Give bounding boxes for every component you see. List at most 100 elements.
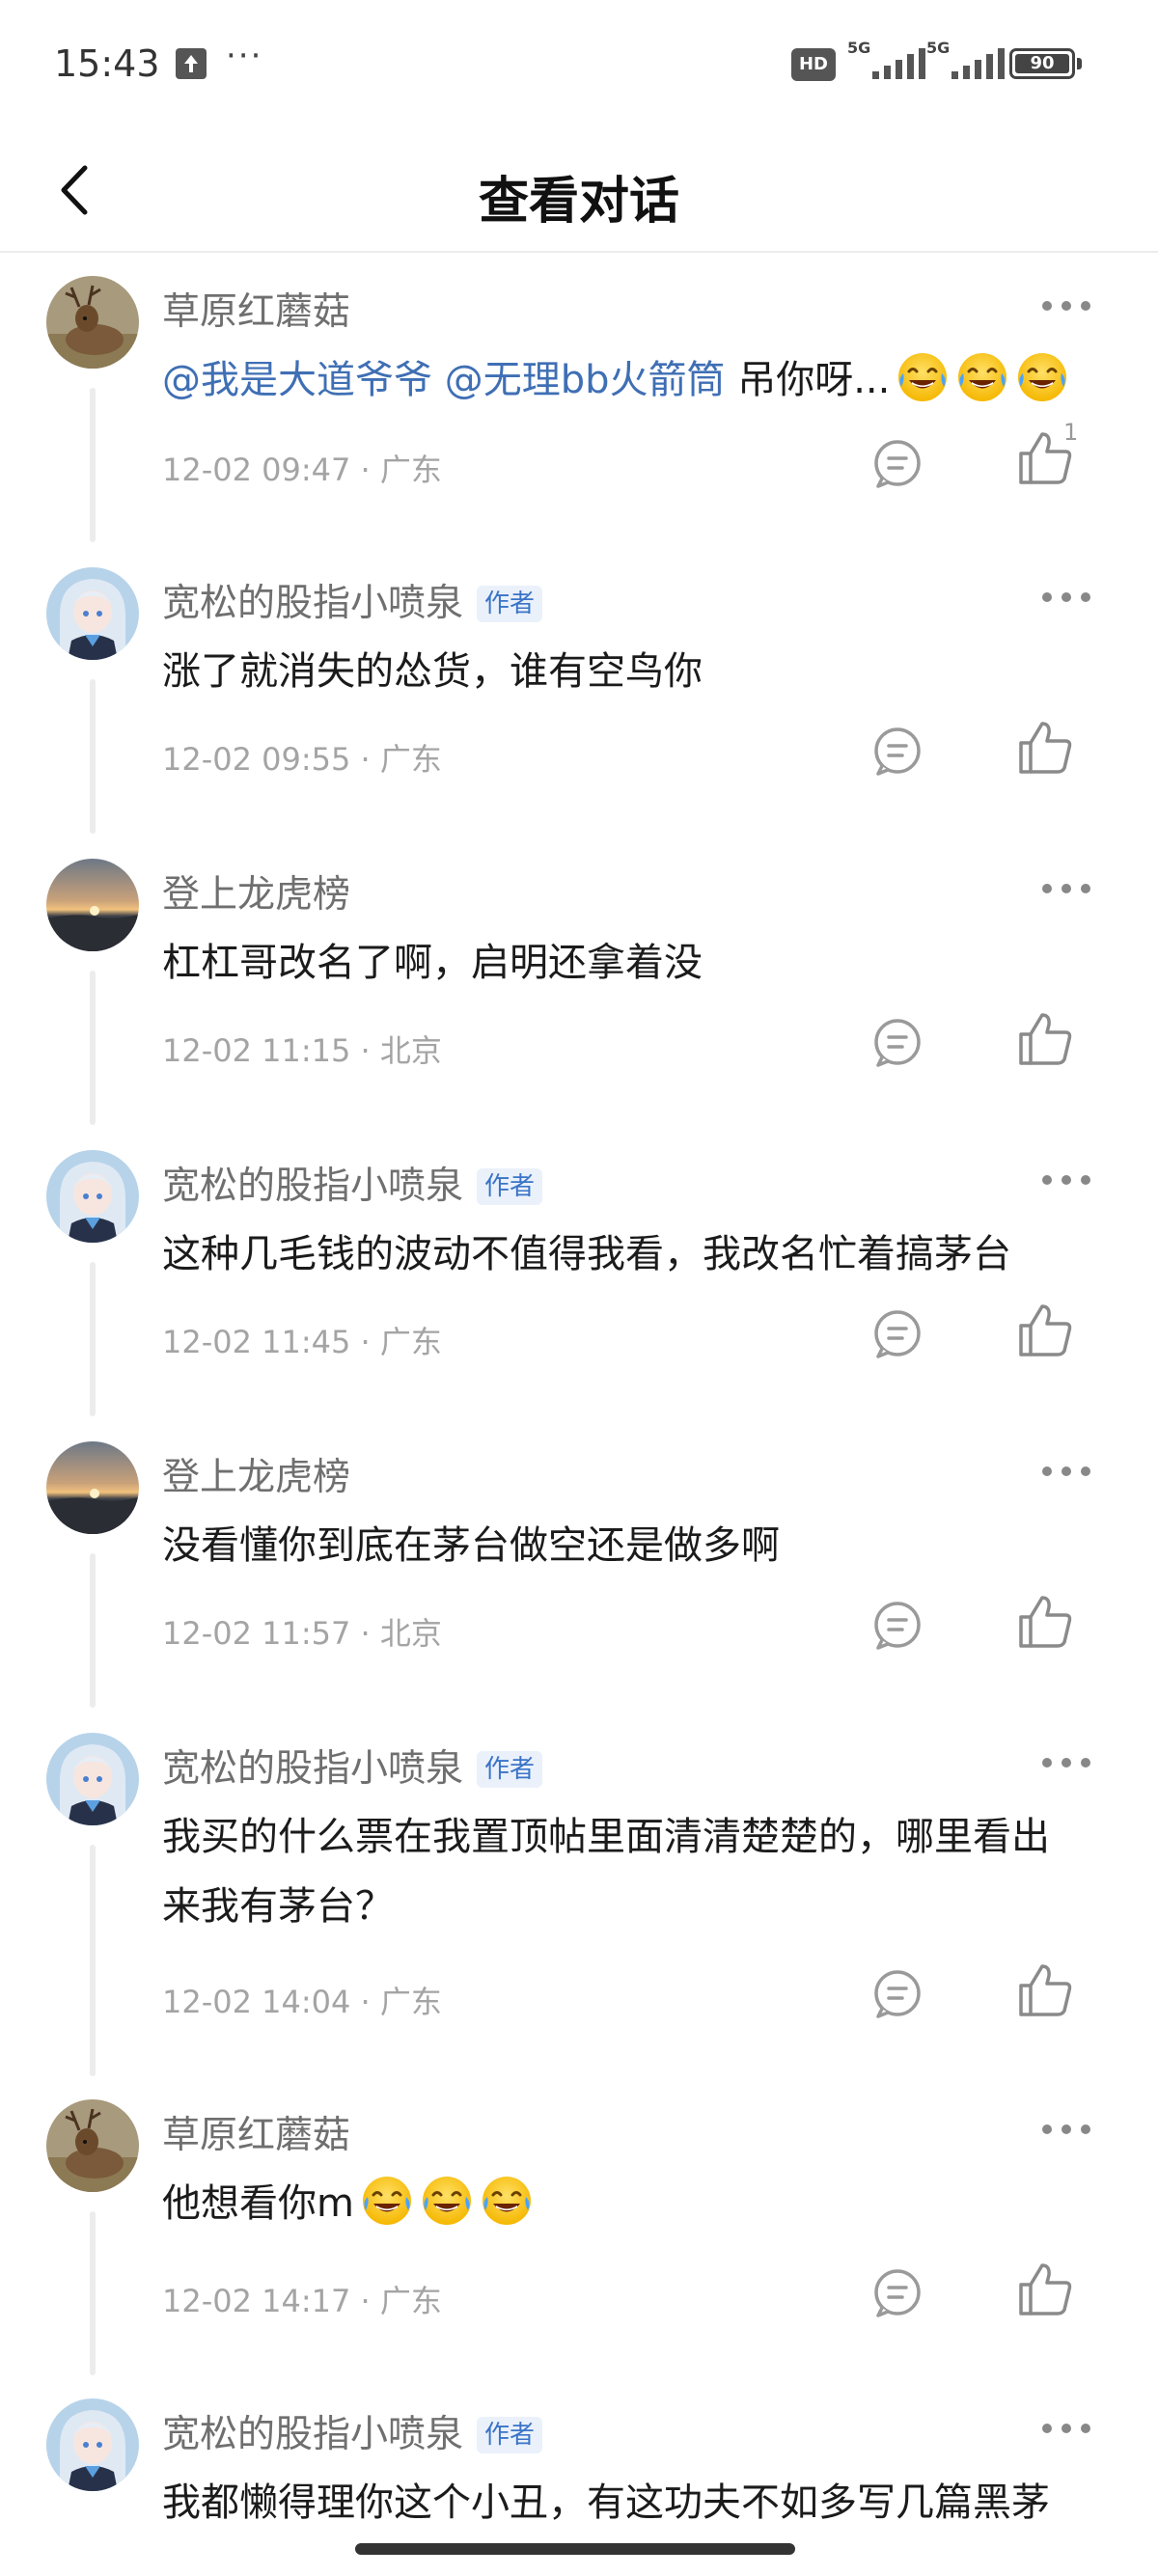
- comment-time-location: 12-02 11:15 · 北京: [162, 1032, 442, 1069]
- reply-icon[interactable]: [868, 722, 926, 780]
- more-options-button[interactable]: [1042, 1752, 1090, 1771]
- comment-text: @我是大道爷爷 @无理bb火箭筒 吊你呀...: [162, 345, 1108, 415]
- laughing-tears-emoji-icon: [1015, 350, 1069, 404]
- status-bar: 15:43 ··· HD 5G 5G 90: [0, 0, 1158, 135]
- comment-text-line: 我买的什么票在我置顶帖里面清清楚楚的，哪里看出: [162, 1815, 1050, 1859]
- laughing-tears-emoji-icon: [480, 2174, 534, 2228]
- comment-text: 他想看你m: [162, 2169, 1108, 2238]
- upload-icon: [176, 48, 207, 79]
- comment-author[interactable]: 登上龙虎榜: [162, 864, 350, 918]
- like-icon[interactable]: [1013, 1959, 1077, 2022]
- comment-item: 宽松的股指小喷泉 作者 我买的什么票在我置顶帖里面清清楚楚的，哪里看出 来我有茅台…: [0, 1710, 1158, 2076]
- reply-icon[interactable]: [868, 2263, 926, 2321]
- comment-item: 宽松的股指小喷泉 作者 我都懒得理你这个小丑，有这功夫不如多写几篇黑茅: [0, 2375, 1158, 2568]
- comment-text: 杠杠哥改名了啊，启明还拿着没: [162, 941, 703, 985]
- comment-item: 宽松的股指小喷泉 作者 涨了就消失的怂货，谁有空鸟你 12-02 09:55 · …: [0, 544, 1158, 834]
- user-avatar[interactable]: [46, 567, 139, 660]
- battery-level: 90: [1030, 53, 1055, 73]
- thread-line: [90, 1553, 96, 1708]
- like-icon[interactable]: [1013, 1299, 1077, 1362]
- comment-author[interactable]: 登上龙虎榜: [162, 1447, 350, 1501]
- author-badge: 作者: [477, 1168, 543, 1205]
- network-type-label: 5G: [847, 39, 871, 57]
- more-options-button[interactable]: [1042, 587, 1090, 606]
- comment-item: 登上龙虎榜 没看懂你到底在茅台做空还是做多啊 12-02 11:57 · 北京: [0, 1418, 1158, 1708]
- laughing-tears-emoji-icon: [420, 2174, 474, 2228]
- mention-link[interactable]: @我是大道爷爷: [162, 358, 432, 402]
- user-avatar[interactable]: [46, 859, 139, 951]
- comment-text: 我买的什么票在我置顶帖里面清清楚楚的，哪里看出 来我有茅台？: [162, 1802, 1108, 1941]
- author-name[interactable]: 宽松的股指小喷泉: [162, 2413, 463, 2456]
- comment-text: 我都懒得理你这个小丑，有这功夫不如多写几篇黑茅: [162, 2480, 1050, 2525]
- thread-line: [90, 971, 96, 1125]
- mention-link[interactable]: @无理bb火箭筒: [445, 358, 726, 402]
- author-name[interactable]: 宽松的股指小喷泉: [162, 1747, 463, 1791]
- thread-line: [90, 2211, 96, 2375]
- comment-text: 涨了就消失的怂货，谁有空鸟你: [162, 649, 703, 694]
- like-icon[interactable]: [1013, 1007, 1077, 1071]
- reply-icon[interactable]: [868, 1596, 926, 1654]
- user-avatar[interactable]: [46, 2398, 139, 2491]
- user-avatar[interactable]: [46, 1441, 139, 1534]
- thread-line: [90, 1262, 96, 1416]
- user-avatar[interactable]: [46, 1733, 139, 1825]
- comment-text-line: 来我有茅台？: [162, 1884, 394, 1929]
- signal-icon-1: 5G: [847, 39, 934, 83]
- status-time: 15:43: [54, 42, 160, 85]
- thread-line: [90, 679, 96, 834]
- author-badge: 作者: [477, 586, 543, 622]
- comment-time-location: 12-02 11:57 · 北京: [162, 1615, 442, 1652]
- more-options-button[interactable]: [1042, 2418, 1090, 2437]
- signal-icon-2: 5G: [926, 39, 1013, 83]
- reply-icon[interactable]: [868, 1013, 926, 1071]
- comment-author[interactable]: 宽松的股指小喷泉 作者: [162, 1739, 543, 1793]
- comment-text: 没看懂你到底在茅台做空还是做多啊: [162, 1523, 780, 1568]
- comment-time-location: 12-02 09:55 · 广东: [162, 741, 442, 778]
- comment-time-location: 12-02 09:47 · 广东: [162, 452, 442, 488]
- thread-line: [90, 388, 96, 542]
- like-count: 1: [1063, 419, 1079, 446]
- comment-author[interactable]: 宽松的股指小喷泉 作者: [162, 573, 543, 627]
- comment-time-location: 12-02 14:04 · 广东: [162, 1984, 442, 2020]
- network-type-label: 5G: [926, 39, 951, 57]
- hd-voice-icon: HD: [791, 48, 836, 81]
- comment-item: 草原红蘑菇 他想看你m 12-02 14:17 · 广东: [0, 2076, 1158, 2375]
- nav-header: 查看对话: [0, 135, 1158, 253]
- like-icon[interactable]: [1013, 716, 1077, 780]
- laughing-tears-emoji-icon: [360, 2174, 414, 2228]
- comment-author[interactable]: 草原红蘑菇: [162, 282, 350, 336]
- author-name[interactable]: 宽松的股指小喷泉: [162, 582, 463, 625]
- home-indicator[interactable]: [355, 2543, 795, 2555]
- comment-author[interactable]: 草原红蘑菇: [162, 2105, 350, 2159]
- status-more-icon: ···: [226, 37, 263, 75]
- author-name[interactable]: 宽松的股指小喷泉: [162, 1165, 463, 1208]
- comment-body: 他想看你m: [162, 2181, 354, 2226]
- comment-author[interactable]: 宽松的股指小喷泉 作者: [162, 1156, 543, 1210]
- more-options-button[interactable]: [1042, 2119, 1090, 2138]
- thread-line: [90, 1845, 96, 2076]
- battery-icon: 90: [1009, 48, 1075, 79]
- comment-text: 这种几毛钱的波动不值得我看，我改名忙着搞茅台: [162, 1232, 1011, 1276]
- author-badge: 作者: [477, 2417, 543, 2453]
- like-icon[interactable]: [1013, 1590, 1077, 1654]
- author-badge: 作者: [477, 1751, 543, 1788]
- reply-icon[interactable]: [868, 1964, 926, 2022]
- more-options-button[interactable]: [1042, 295, 1090, 315]
- reply-icon[interactable]: [868, 1304, 926, 1362]
- comment-body: 吊你呀...: [737, 358, 891, 402]
- comment-item: 登上龙虎榜 杠杠哥改名了啊，启明还拿着没 12-02 11:15 · 北京: [0, 836, 1158, 1125]
- user-avatar[interactable]: [46, 2099, 139, 2192]
- reply-icon[interactable]: [868, 434, 926, 492]
- comment-time-location: 12-02 11:45 · 广东: [162, 1324, 442, 1360]
- more-options-button[interactable]: [1042, 1169, 1090, 1189]
- page-title: 查看对话: [478, 173, 679, 231]
- user-avatar[interactable]: [46, 276, 139, 369]
- comment-item: 宽松的股指小喷泉 作者 这种几毛钱的波动不值得我看，我改名忙着搞茅台 12-02 …: [0, 1127, 1158, 1416]
- comment-time-location: 12-02 14:17 · 广东: [162, 2283, 442, 2319]
- user-avatar[interactable]: [46, 1150, 139, 1243]
- comment-author[interactable]: 宽松的股指小喷泉 作者: [162, 2404, 543, 2458]
- laughing-tears-emoji-icon: [955, 350, 1009, 404]
- more-options-button[interactable]: [1042, 878, 1090, 897]
- more-options-button[interactable]: [1042, 1461, 1090, 1480]
- like-icon[interactable]: [1013, 2258, 1077, 2321]
